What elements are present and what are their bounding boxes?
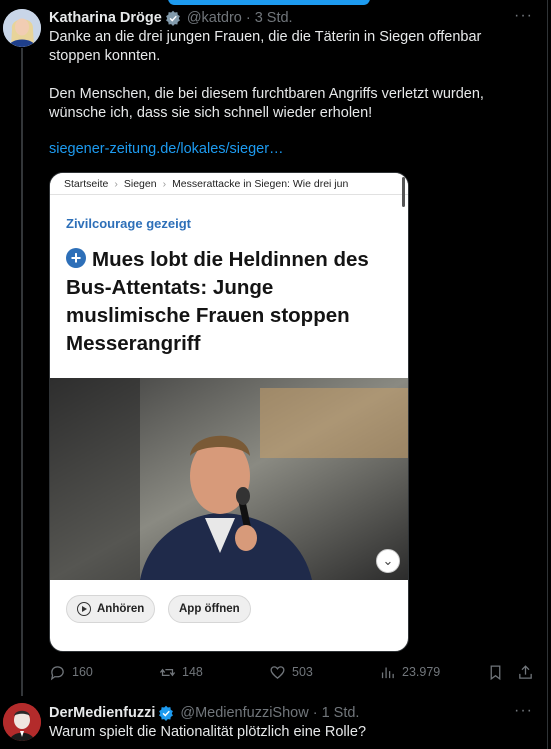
handle[interactable]: @katdro (187, 10, 242, 26)
reply-count: 160 (72, 665, 93, 679)
like-icon (270, 665, 285, 679)
chevron-down-icon[interactable]: ⌄ (376, 549, 400, 573)
article-kicker: Zivilcourage gezeigt (66, 216, 191, 231)
breadcrumb-separator: › (114, 177, 118, 190)
listen-label: Anhören (97, 603, 145, 615)
avatar[interactable] (3, 703, 41, 741)
article-photo (50, 378, 408, 580)
display-name[interactable]: Katharina Dröge (49, 10, 162, 26)
tweet-text-paragraph: Danke an die drei jungen Frauen, die die… (49, 29, 482, 64)
bookmark-button[interactable] (487, 662, 510, 682)
share-button[interactable] (517, 662, 540, 682)
tweet-header: DerMedienfuzzi @MedienfuzziShow · 1 Std. (49, 703, 359, 723)
plus-icon: + (66, 248, 86, 268)
listen-button[interactable]: Anhören (66, 595, 156, 623)
link-preview-card[interactable]: Startseite › Siegen › Messerattacke in S… (49, 172, 409, 652)
views-button[interactable]: 23.979 (379, 662, 440, 682)
repost-icon (159, 668, 176, 676)
tweet-link[interactable]: siegener-zeitung.de/lokales/sieger… (49, 141, 284, 157)
breadcrumb: Startseite › Siegen › Messerattacke in S… (50, 173, 408, 195)
tweet-text-paragraph: Den Menschen, die bei diesem furchtbaren… (49, 86, 484, 121)
breadcrumb-item: Startseite (64, 177, 109, 190)
views-icon (381, 667, 394, 678)
open-app-button[interactable]: App öffnen (168, 595, 251, 623)
reply-icon (50, 665, 64, 680)
repost-button[interactable]: 148 (159, 662, 203, 682)
new-posts-pill[interactable] (168, 0, 370, 5)
avatar[interactable] (3, 9, 41, 47)
share-icon (519, 664, 532, 679)
display-name[interactable]: DerMedienfuzzi (49, 705, 155, 721)
breadcrumb-separator: › (162, 177, 167, 190)
bookmark-icon (490, 664, 501, 680)
breadcrumb-item: Siegen (123, 177, 157, 190)
column-border (547, 0, 548, 749)
tweet-text: Warum spielt die Nationalität plötzlich … (49, 724, 367, 740)
meta-separator: · (312, 705, 318, 721)
play-icon (77, 602, 91, 616)
more-options-button[interactable]: ··· (514, 7, 533, 25)
verified-badge-icon (159, 705, 174, 721)
like-count: 503 (292, 665, 313, 679)
article-headline: + Mues lobt die Heldinnen des Bus-Attenta… (66, 246, 396, 358)
verified-badge-icon (165, 10, 180, 26)
article-headline-text: Mues lobt die Heldinnen des Bus-Attentat… (66, 248, 369, 355)
reply-button[interactable]: 160 (49, 662, 93, 682)
thread-connector-line (21, 48, 23, 696)
handle[interactable]: @MedienfuzziShow (180, 705, 308, 721)
timestamp[interactable]: 3 Std. (255, 10, 293, 26)
scrollbar (402, 177, 405, 207)
open-app-label: App öffnen (179, 603, 240, 615)
more-options-button[interactable]: ··· (514, 702, 533, 720)
tweet-header: Katharina Dröge @katdro · 3 Std. (49, 8, 293, 28)
meta-separator: · (245, 10, 251, 26)
breadcrumb-item: Messerattacke in Siegen: Wie drei jun (172, 177, 349, 190)
repost-count: 148 (182, 665, 203, 679)
views-count: 23.979 (402, 665, 441, 679)
like-button[interactable]: 503 (269, 662, 313, 682)
timestamp[interactable]: 1 Std. (322, 705, 360, 721)
